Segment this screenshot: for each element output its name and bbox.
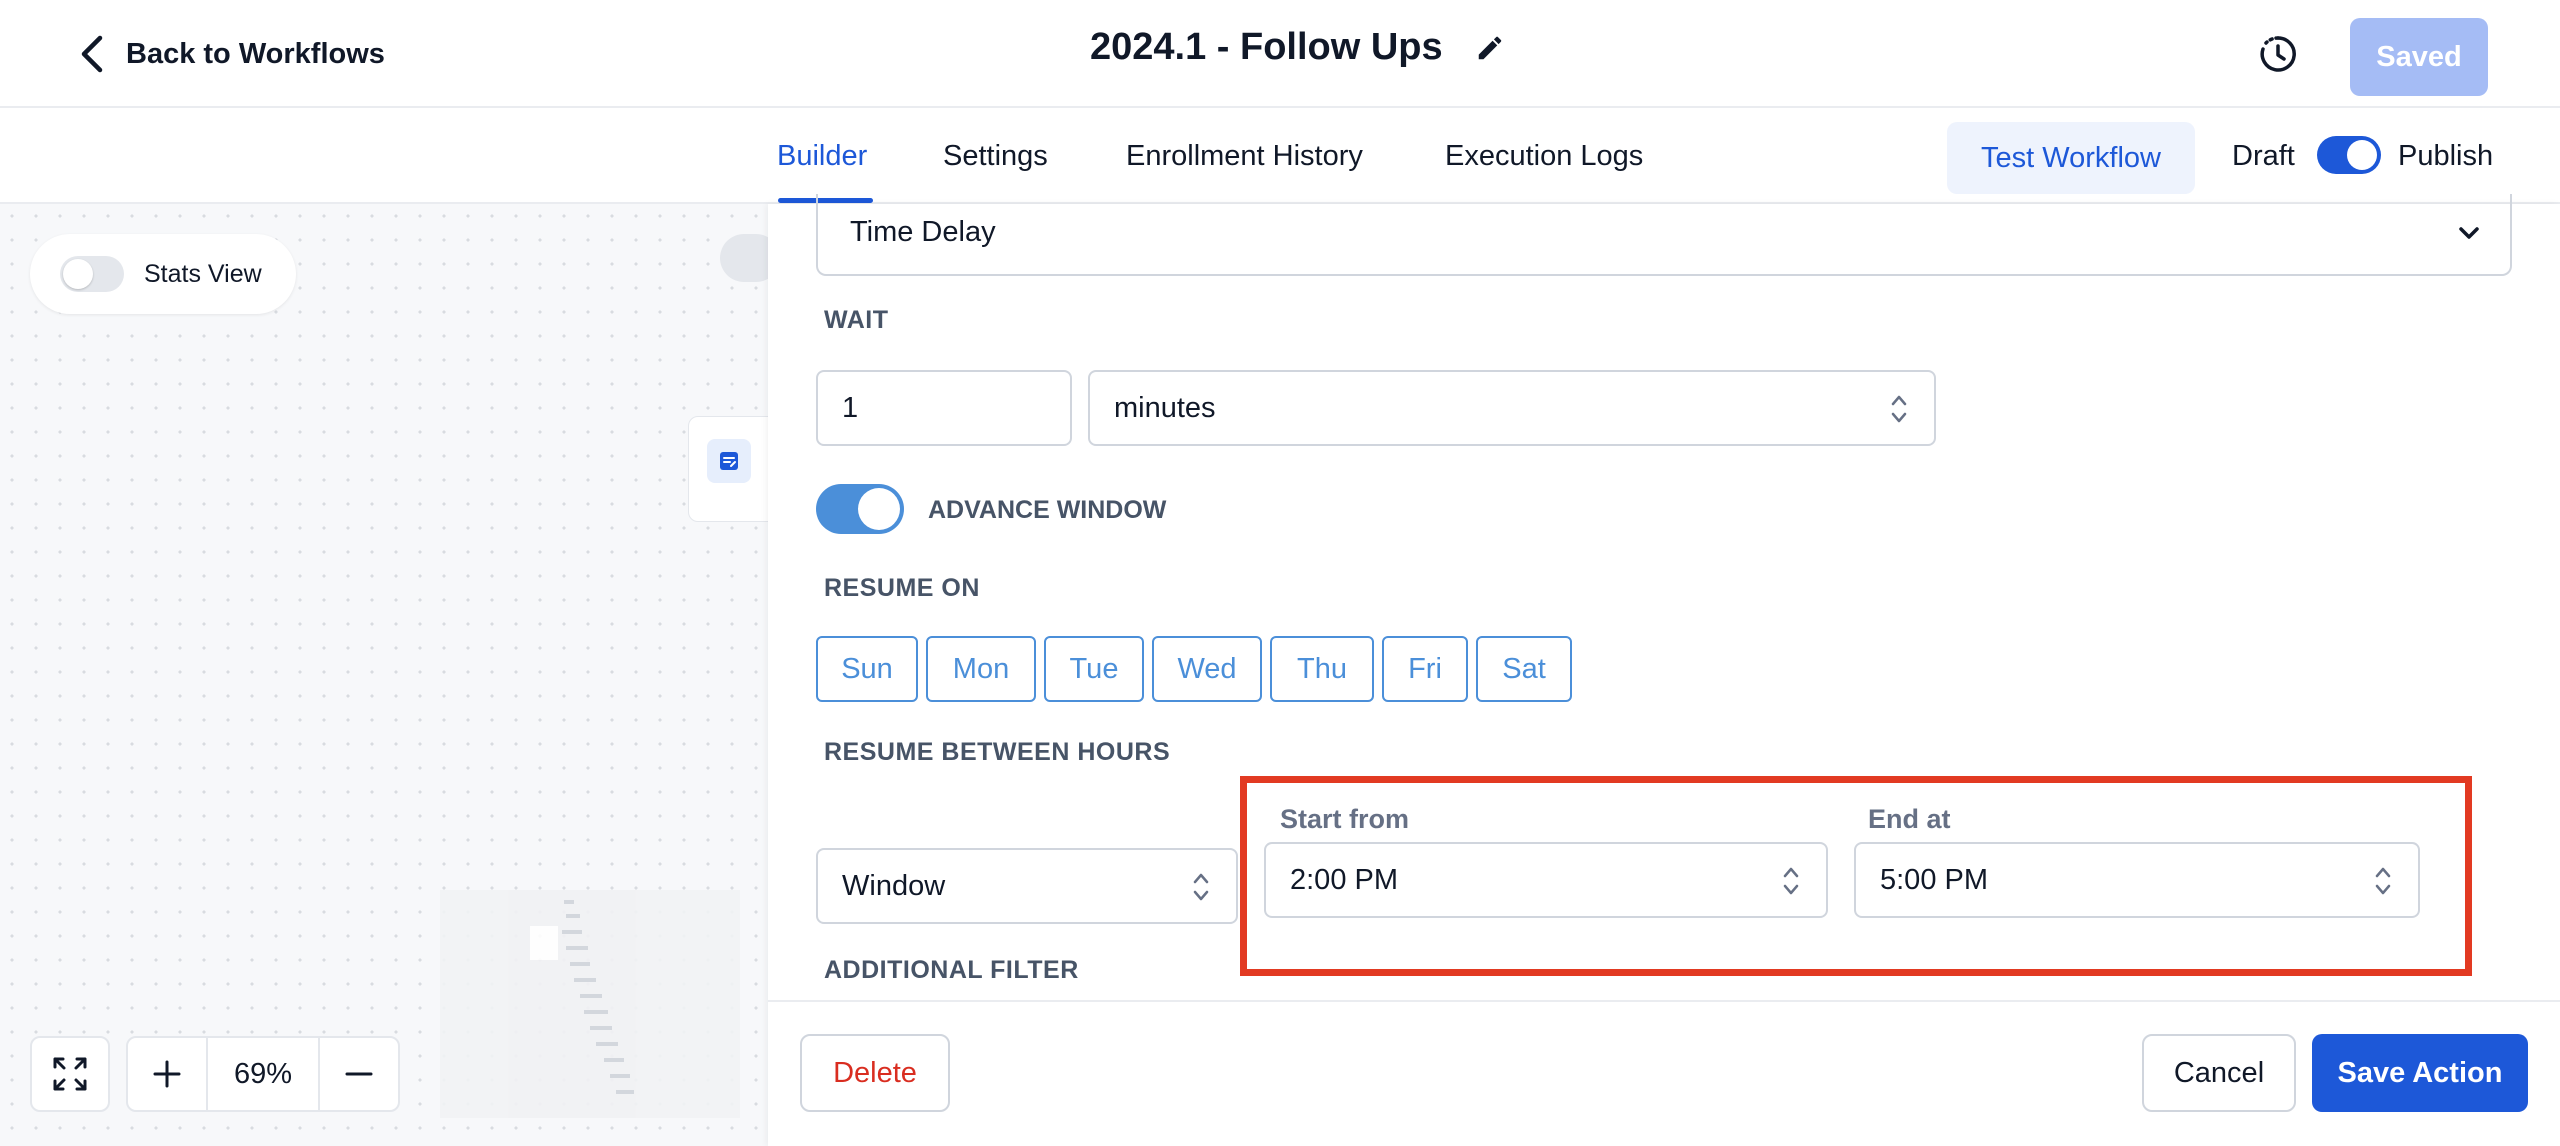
tab-execution-logs[interactable]: Execution Logs: [1445, 140, 1643, 173]
advance-window-label: ADVANCE WINDOW: [928, 496, 1167, 524]
test-workflow-button[interactable]: Test Workflow: [1947, 122, 2195, 194]
chevron-down-icon: [2459, 227, 2479, 239]
advance-window-toggle[interactable]: [816, 484, 904, 534]
action-type-value: Time Delay: [850, 216, 996, 248]
tab-enrollment-history[interactable]: Enrollment History: [1126, 140, 1363, 173]
zoom-in-button[interactable]: [128, 1038, 206, 1110]
day-fri[interactable]: Fri: [1382, 636, 1468, 702]
tab-builder[interactable]: Builder: [777, 140, 867, 173]
note-icon: [707, 439, 751, 483]
wait-unit-value: minutes: [1114, 391, 1216, 424]
day-tue[interactable]: Tue: [1044, 636, 1144, 702]
stats-view-control: Stats View: [30, 234, 296, 314]
draft-label: Draft: [2232, 140, 2295, 172]
panel-footer: Delete Cancel Save Action: [768, 1000, 2560, 1146]
workflow-canvas[interactable]: Stats View 69%: [0, 204, 780, 1146]
wait-amount-input[interactable]: 1: [816, 370, 1072, 446]
action-type-select[interactable]: Time Delay: [816, 194, 2512, 276]
plus-icon: [153, 1060, 181, 1088]
minimap-node: [616, 1090, 634, 1094]
day-sat[interactable]: Sat: [1476, 636, 1572, 702]
day-thu[interactable]: Thu: [1270, 636, 1374, 702]
back-label: Back to Workflows: [126, 37, 385, 70]
back-to-workflows-link[interactable]: Back to Workflows: [78, 34, 385, 74]
zoom-toolbar: 69%: [30, 1036, 400, 1112]
fit-view-button[interactable]: [30, 1036, 110, 1112]
wait-amount-value: 1: [842, 391, 859, 424]
toggle-knob: [63, 259, 93, 289]
minimap-node: [584, 1010, 608, 1014]
tab-settings[interactable]: Settings: [943, 140, 1048, 173]
top-header: Back to Workflows 2024.1 - Follow Ups Sa…: [0, 0, 2560, 108]
publish-toggle[interactable]: [2317, 136, 2381, 174]
toggle-knob: [858, 488, 900, 530]
stats-view-label: Stats View: [144, 259, 262, 288]
resume-between-hours-label: RESUME BETWEEN HOURS: [824, 738, 1171, 766]
window-select[interactable]: Window: [816, 848, 1238, 924]
delete-button[interactable]: Delete: [800, 1034, 950, 1112]
highlight-box: [1240, 776, 2472, 976]
action-settings-panel: Time Delay WAIT 1 minutes ADVANCE WINDOW…: [768, 194, 2560, 1146]
day-mon[interactable]: Mon: [926, 636, 1036, 702]
minimap[interactable]: [440, 890, 740, 1118]
minimap-node: [564, 900, 574, 904]
zoom-out-button[interactable]: [320, 1038, 398, 1110]
resume-on-label: RESUME ON: [824, 574, 980, 602]
minimap-node: [570, 962, 590, 966]
minimap-node: [610, 1074, 630, 1078]
zoom-level: 69%: [206, 1038, 320, 1110]
select-arrows-icon: [1193, 873, 1209, 901]
minimap-node: [566, 946, 588, 950]
workflow-title-group: 2024.1 - Follow Ups: [1090, 26, 1505, 69]
history-icon[interactable]: [2256, 32, 2300, 76]
zoom-controls: 69%: [126, 1036, 400, 1112]
chevron-left-icon: [81, 35, 103, 73]
day-wed[interactable]: Wed: [1152, 636, 1262, 702]
save-action-button[interactable]: Save Action: [2312, 1034, 2528, 1112]
minimap-node: [580, 994, 602, 998]
saved-button[interactable]: Saved: [2350, 18, 2488, 96]
expand-icon: [53, 1057, 87, 1091]
minimap-node: [604, 1058, 624, 1062]
tabs-bar: Builder Settings Enrollment History Exec…: [0, 108, 2560, 204]
minimap-node: [562, 930, 582, 934]
wait-unit-select[interactable]: minutes: [1088, 370, 1936, 446]
minimap-node: [566, 914, 580, 918]
cancel-button[interactable]: Cancel: [2142, 1034, 2296, 1112]
minimap-viewport: [530, 926, 558, 960]
pencil-icon[interactable]: [1475, 33, 1505, 63]
day-sun[interactable]: Sun: [816, 636, 918, 702]
wait-label: WAIT: [824, 306, 889, 334]
toggle-knob: [2347, 140, 2377, 170]
minimap-node: [574, 978, 596, 982]
minimap-node: [596, 1042, 618, 1046]
minus-icon: [345, 1072, 373, 1076]
minimap-node: [590, 1026, 612, 1030]
window-value: Window: [842, 869, 946, 902]
workflow-node-card[interactable]: [688, 416, 780, 522]
stats-view-toggle[interactable]: [60, 256, 124, 292]
select-arrows-icon: [1891, 395, 1907, 423]
publish-label: Publish: [2398, 140, 2494, 172]
resume-days: Sun Mon Tue Wed Thu Fri Sat: [816, 636, 1572, 702]
workflow-title: 2024.1 - Follow Ups: [1090, 26, 1443, 68]
additional-filter-label: ADDITIONAL FILTER: [824, 956, 1079, 984]
